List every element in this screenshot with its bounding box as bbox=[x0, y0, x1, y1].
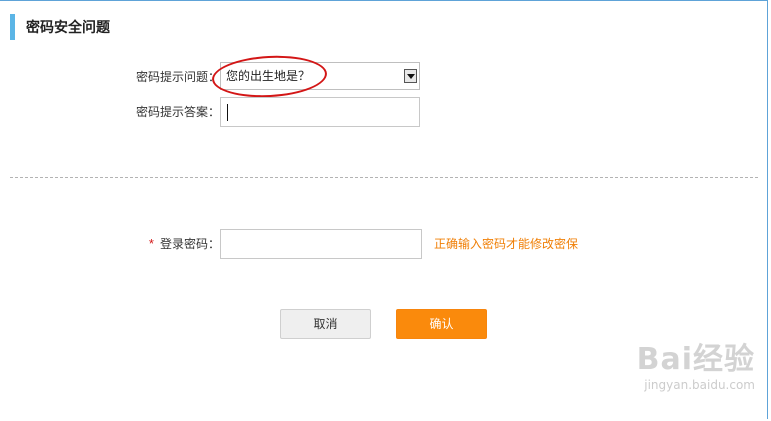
password-hint: 正确输入密码才能修改密保 bbox=[434, 237, 579, 251]
text-caret bbox=[227, 104, 228, 121]
section-title: 密码安全问题 bbox=[10, 14, 110, 40]
password-input[interactable] bbox=[220, 229, 422, 259]
watermark-url: jingyan.baidu.com bbox=[644, 378, 755, 392]
chevron-down-icon[interactable] bbox=[404, 69, 417, 83]
watermark-brand: Bai经验 bbox=[636, 342, 755, 377]
confirm-button[interactable]: 确认 bbox=[396, 309, 487, 339]
cancel-button[interactable]: 取消 bbox=[280, 309, 371, 339]
dashed-divider bbox=[10, 177, 758, 178]
password-label-group: * 登录密码： bbox=[130, 229, 220, 259]
answer-input[interactable] bbox=[220, 97, 420, 127]
required-marker: * bbox=[148, 236, 154, 251]
answer-label: 密码提示答案： bbox=[135, 105, 220, 119]
watermark-logo: Bai经验 jingyan.baidu.com bbox=[637, 338, 755, 392]
password-label: 登录密码： bbox=[159, 237, 220, 251]
question-label: 密码提示问题： bbox=[135, 70, 220, 84]
